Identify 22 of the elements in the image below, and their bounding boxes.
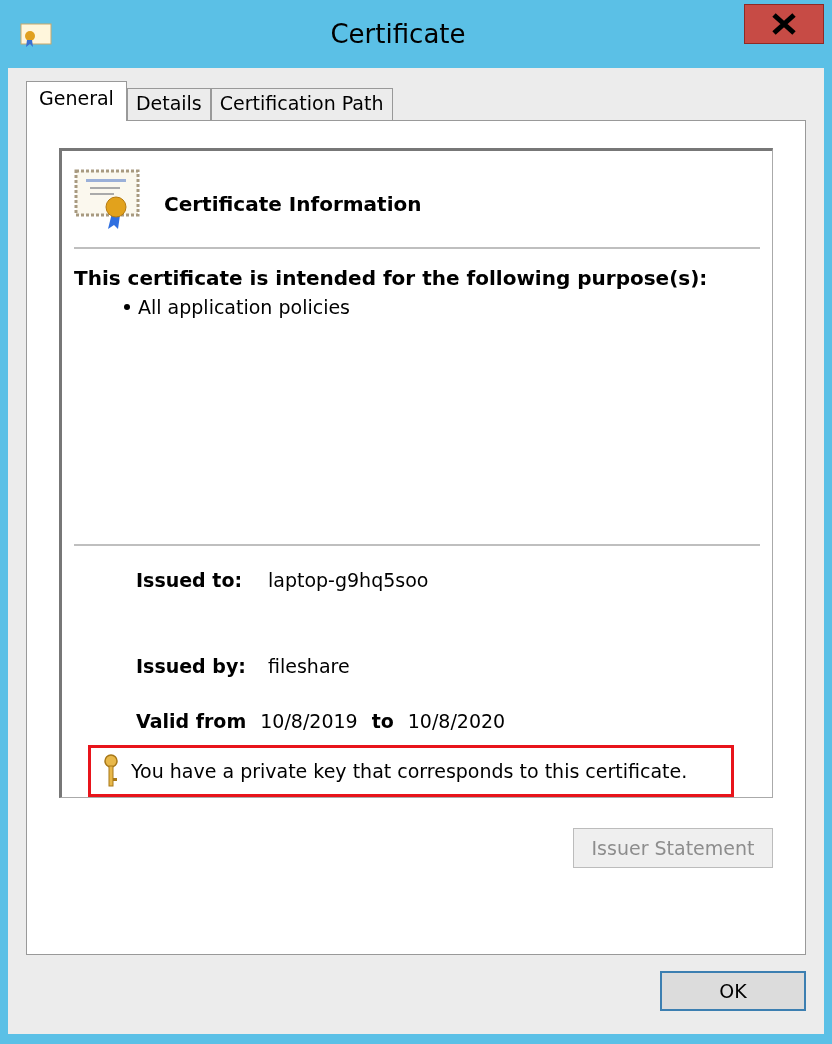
certificate-icon	[20, 20, 52, 48]
bullet-icon	[124, 304, 130, 311]
section-title: Certificate Information	[164, 191, 422, 218]
field-label: to	[371, 708, 394, 734]
tab[interactable]: Certification Path	[210, 88, 393, 120]
window-title: Certificate	[329, 17, 467, 51]
close-icon	[771, 13, 797, 35]
tab[interactable]: General	[26, 81, 127, 121]
field-value: 10/8/2020	[407, 708, 506, 734]
private-key-note: You have a private key that corresponds to this certificate.	[131, 758, 688, 784]
field-label: Valid from	[136, 708, 247, 734]
purpose-item: All application policies	[138, 295, 350, 320]
tab[interactable]: Details	[126, 88, 211, 120]
ok-button[interactable]: OK	[660, 971, 806, 1011]
purpose-heading: This certificate is intended for the following purpose(s):	[74, 265, 709, 292]
key-icon	[103, 754, 119, 788]
field-label: Issued by:	[136, 654, 247, 679]
field-label: Issued to:	[136, 567, 244, 593]
close-button[interactable]	[744, 4, 824, 44]
field-value: 10/8/2019	[260, 708, 358, 734]
field-value: fileshare	[268, 655, 350, 677]
field-value: laptop-g9hq5soo	[268, 568, 429, 591]
